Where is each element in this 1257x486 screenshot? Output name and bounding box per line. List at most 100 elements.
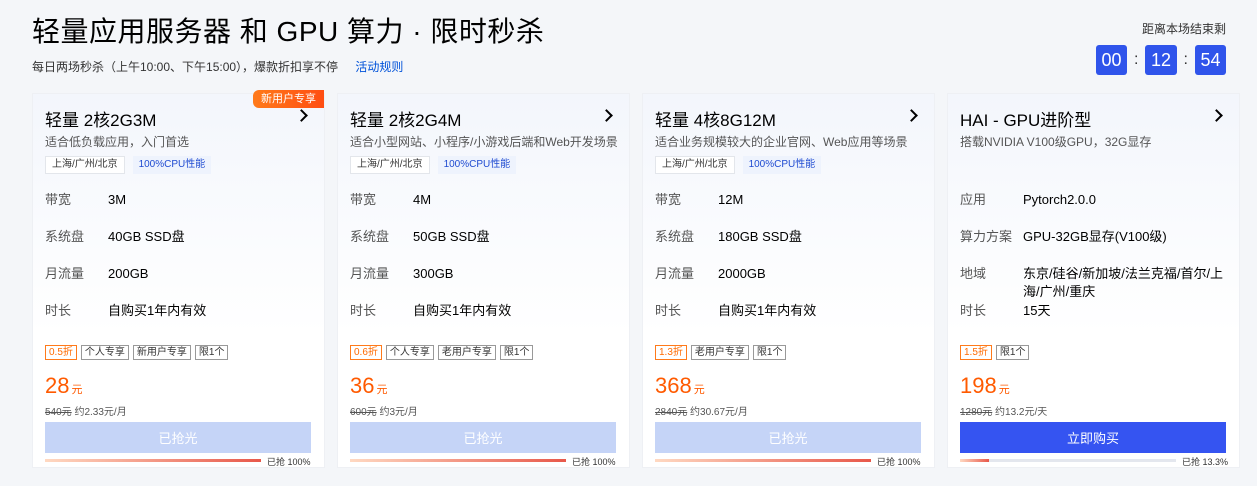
spec-row: 系统盘 50GB SSD盘	[350, 228, 623, 246]
product-description: 搭载NVIDIA V100级GPU，32G显存	[960, 135, 1152, 149]
spec-row: 月流量 200GB	[45, 265, 318, 283]
promo-tag: 个人专享	[385, 345, 434, 360]
spec-row: 算力方案 GPU-32GB显存(V100级)	[960, 228, 1233, 246]
product-description: 适合小型网站、小程序/小游戏后端和Web开发场景	[350, 135, 618, 149]
spec-value: 自购买1年内有效	[413, 303, 512, 318]
product-name[interactable]: 轻量 2核2G4M	[350, 110, 461, 132]
sales-progress-bar	[350, 459, 566, 462]
product-name[interactable]: 轻量 2核2G3M	[45, 110, 156, 132]
original-price-line: 2840元 约30.67元/月	[655, 403, 748, 418]
spec-value: 12M	[718, 192, 744, 207]
product-card: HAI - GPU进阶型搭载NVIDIA V100级GPU，32G显存 应用 Pyt…	[947, 93, 1240, 468]
price-amount: 198	[960, 373, 997, 398]
product-description: 适合低负载应用，入门首选	[45, 135, 190, 149]
spec-row: 时长 自购买1年内有效	[655, 302, 928, 320]
price: 28 元	[45, 374, 82, 398]
countdown-minutes: 12	[1145, 45, 1177, 75]
spec-key: 地域	[960, 266, 987, 281]
original-price: 600元	[350, 407, 377, 418]
promo-tag: 老用户专享	[690, 345, 749, 360]
original-price: 1280元	[960, 407, 993, 418]
countdown: 距离本场结束剩 00 : 12 : 54	[1095, 20, 1226, 75]
price: 36 元	[350, 374, 387, 398]
spec-key: 时长	[960, 303, 987, 318]
promo-tag: 限1个	[194, 345, 229, 360]
promo-tag: 个人专享	[80, 345, 129, 360]
spec-value: 自购买1年内有效	[108, 303, 207, 318]
original-price-line: 540元 约2.33元/月	[45, 403, 127, 418]
promo-tag: 限1个	[499, 345, 534, 360]
unit-price: 约13.2元/天	[995, 407, 1048, 418]
product-name[interactable]: HAI - GPU进阶型	[960, 110, 1091, 132]
countdown-label: 距离本场结束剩	[1141, 22, 1226, 36]
product-cards: 新用户专享 轻量 2核2G3M 适合低负载应用，入门首选 上海/广州/北京 100%CP…	[32, 90, 1240, 468]
sales-progress-label: 已抢 100%	[877, 457, 921, 467]
original-price: 2840元	[655, 407, 688, 418]
countdown-seconds: 54	[1194, 45, 1226, 75]
activity-rules-link[interactable]: 活动规则	[355, 60, 403, 74]
promo-tags: 0.6折 个人专享 老用户专享 限1个	[350, 345, 534, 360]
sold-out-button[interactable]: 已抢光	[45, 422, 311, 453]
buy-now-button[interactable]: 立即购买	[960, 422, 1226, 453]
cpu-performance-badge: 100%CPU性能	[742, 156, 822, 174]
new-user-corner-tag: 新用户专享	[253, 90, 324, 108]
spec-key: 带宽	[45, 192, 72, 207]
product-description: 适合业务规模较大的企业官网、Web应用等场景	[655, 135, 908, 149]
product-badges: 上海/广州/北京 100%CPU性能	[45, 156, 212, 174]
spec-value: 2000GB	[718, 266, 766, 281]
spec-key: 月流量	[45, 266, 85, 281]
subtitle-line: 每日两场秒杀（上午10:00、下午15:00），爆款折扣享不停 活动规则	[32, 58, 1232, 76]
spec-value: Pytorch2.0.0	[1023, 192, 1096, 207]
discount-tag: 1.5折	[960, 345, 992, 360]
region-badge: 上海/广州/北京	[655, 156, 735, 174]
sales-progress-label: 已抢 13.3%	[1182, 457, 1229, 467]
spec-key: 应用	[960, 192, 987, 207]
sales-progress-fill	[350, 459, 566, 462]
price: 198 元	[960, 374, 1010, 398]
spec-value: 200GB	[108, 266, 149, 281]
product-badges: 上海/广州/北京 100%CPU性能	[655, 156, 822, 174]
price-unit: 元	[998, 384, 1010, 396]
price-unit: 元	[71, 384, 83, 396]
spec-row: 带宽 3M	[45, 191, 318, 209]
countdown-separator: :	[1183, 51, 1188, 68]
price-amount: 28	[45, 373, 70, 398]
spec-row: 时长 自购买1年内有效	[45, 302, 318, 320]
sales-progress-label: 已抢 100%	[572, 457, 616, 467]
unit-price: 约30.67元/月	[690, 407, 748, 418]
sold-out-button[interactable]: 已抢光	[350, 422, 616, 453]
promo-tag: 新用户专享	[132, 345, 191, 360]
page-header: 轻量应用服务器 和 GPU 算力 · 限时秒杀 每日两场秒杀（上午10:00、下…	[32, 14, 1232, 84]
product-name[interactable]: 轻量 4核8G12M	[655, 110, 776, 132]
promo-tag: 限1个	[752, 345, 787, 360]
spec-value: 4M	[413, 192, 432, 207]
original-price-line: 600元 约3元/月	[350, 403, 418, 418]
price-amount: 368	[655, 373, 692, 398]
promo-tags: 1.3折 老用户专享 限1个	[655, 345, 787, 360]
price: 368 元	[655, 374, 705, 398]
countdown-hours: 00	[1095, 45, 1128, 75]
sales-progress-bar	[45, 459, 261, 462]
spec-row: 时长 15天	[960, 302, 1233, 320]
spec-key: 带宽	[655, 192, 682, 207]
spec-row: 月流量 2000GB	[655, 265, 928, 283]
countdown-digits: 00 : 12 : 54	[1095, 45, 1226, 75]
sales-progress-fill	[960, 459, 989, 462]
region-badge: 上海/广州/北京	[45, 156, 125, 174]
spec-row: 月流量 300GB	[350, 265, 623, 283]
product-card: 轻量 4核8G12M 适合业务规模较大的企业官网、Web应用等场景上海/广州/北京…	[642, 93, 935, 468]
spec-key: 时长	[655, 303, 682, 318]
price-unit: 元	[376, 384, 388, 396]
spec-key: 系统盘	[655, 229, 695, 244]
promo-tag: 限1个	[995, 345, 1030, 360]
price-amount: 36	[350, 373, 375, 398]
sales-progress-bar	[960, 459, 1176, 462]
page-title: 轻量应用服务器 和 GPU 算力 · 限时秒杀	[32, 16, 545, 47]
spec-value: GPU-32GB显存(V100级)	[1023, 229, 1167, 244]
spec-key: 算力方案	[960, 229, 1013, 244]
spec-value: 180GB SSD盘	[718, 229, 802, 244]
countdown-separator: :	[1134, 51, 1139, 68]
cpu-performance-badge: 100%CPU性能	[437, 156, 517, 174]
sold-out-button[interactable]: 已抢光	[655, 422, 921, 453]
spec-row: 应用 Pytorch2.0.0	[960, 191, 1233, 209]
